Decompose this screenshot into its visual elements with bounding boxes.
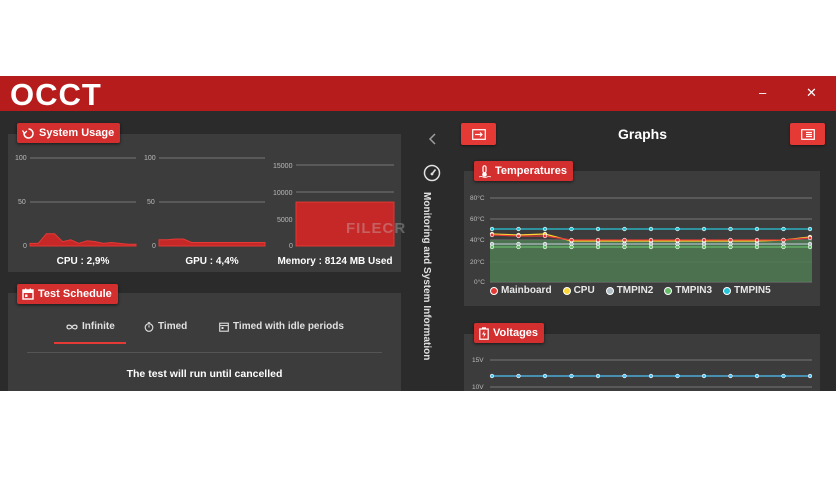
voltage-point <box>595 373 601 379</box>
volt-tick-15: 15V <box>472 357 484 364</box>
battery-icon <box>479 326 489 340</box>
voltages-title: Voltages <box>493 327 539 339</box>
voltage-point <box>728 373 733 379</box>
voltages-badge: Voltages <box>474 323 545 343</box>
voltage-point <box>569 373 574 379</box>
voltages-chart: 15V 10V <box>472 357 813 391</box>
voltage-point <box>648 373 654 379</box>
voltage-point <box>754 373 760 379</box>
volt-tick-10: 10V <box>472 384 484 391</box>
watermark: FILECR <box>346 220 407 237</box>
voltage-point <box>542 373 548 379</box>
voltage-point <box>516 373 521 379</box>
voltage-point <box>701 373 707 379</box>
voltage-point <box>489 373 495 379</box>
voltage-point <box>807 373 813 379</box>
voltage-point <box>675 373 680 379</box>
occt-window: OCCT – ✕ 100 50 0 100 50 0 15000 10000 5… <box>0 76 836 391</box>
voltage-point <box>781 373 786 379</box>
voltage-series <box>489 373 813 379</box>
voltage-point <box>622 373 627 379</box>
